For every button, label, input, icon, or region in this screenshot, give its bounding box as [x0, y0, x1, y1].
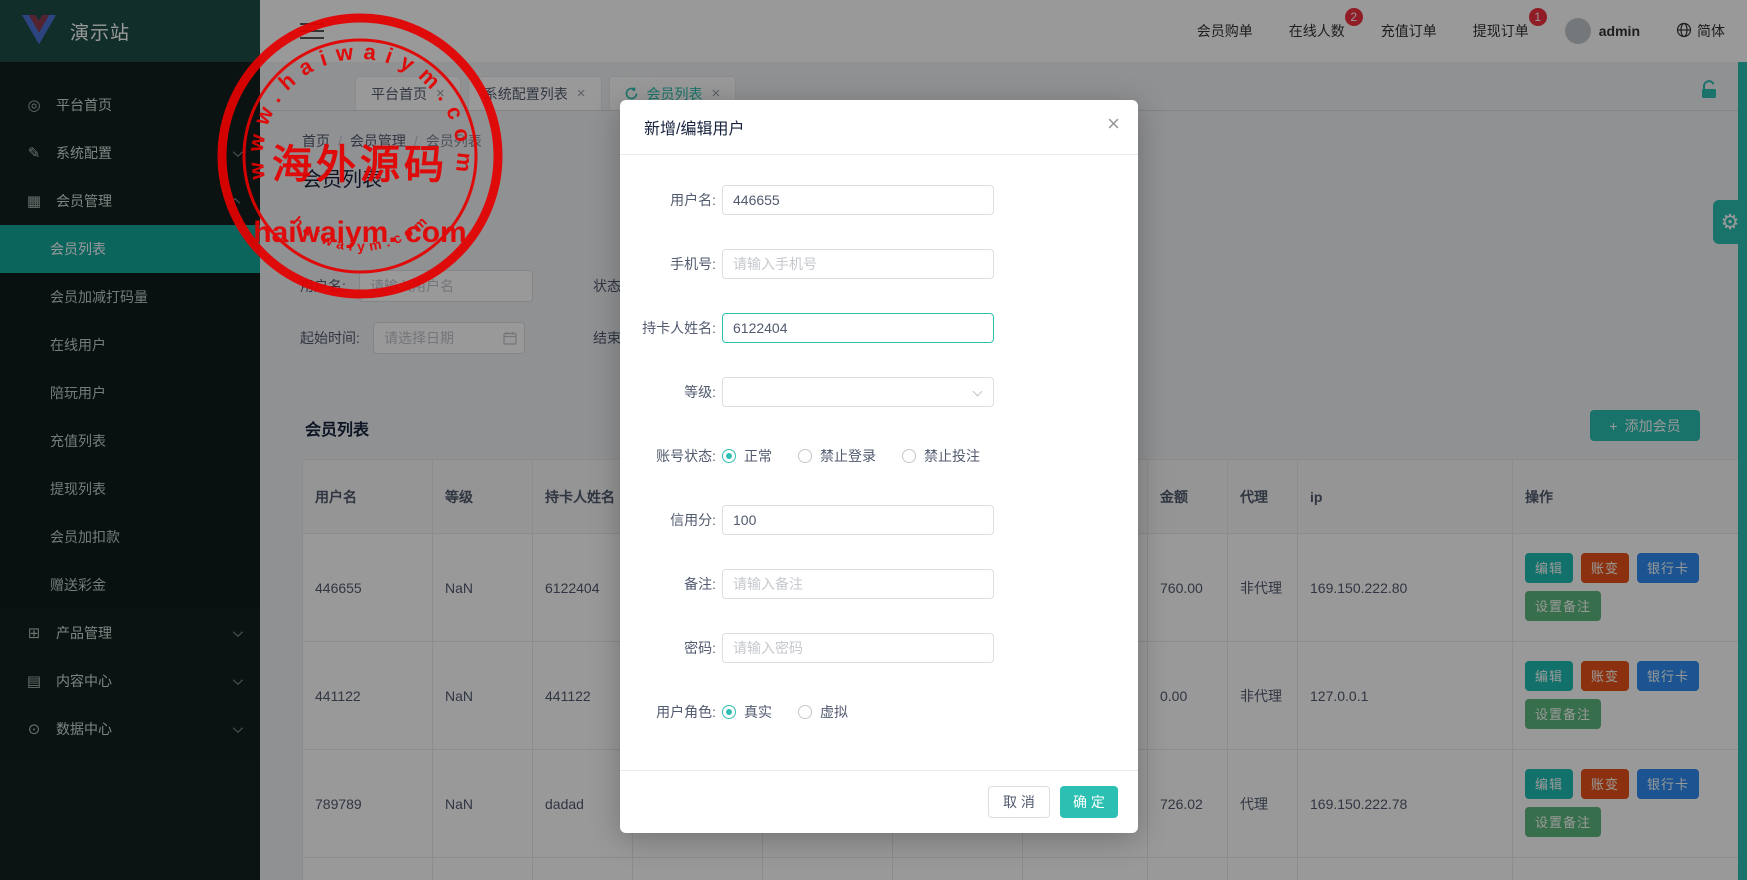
- radio-icon: [902, 449, 916, 463]
- cancel-button[interactable]: 取 消: [988, 786, 1050, 818]
- confirm-button[interactable]: 确 定: [1060, 786, 1118, 818]
- close-icon[interactable]: ×: [1107, 113, 1120, 135]
- radio-icon: [722, 705, 736, 719]
- field-label: 用户角色:: [620, 702, 716, 722]
- field-level: 等级:: [620, 377, 994, 407]
- edit-user-modal: 新增/编辑用户 × 用户名: 手机号: 持卡人姓名: 等级: 账号状态: 正常 …: [620, 100, 1138, 833]
- password-field[interactable]: [722, 633, 994, 663]
- radio-label: 正常: [744, 446, 772, 466]
- radio-role-real[interactable]: 真实: [722, 702, 772, 722]
- field-username: 用户名:: [620, 185, 994, 215]
- field-credit: 信用分:: [620, 505, 994, 535]
- field-label: 持卡人姓名:: [620, 318, 716, 338]
- field-remark: 备注:: [620, 569, 994, 599]
- modal-title: 新增/编辑用户: [644, 115, 744, 139]
- level-select[interactable]: [722, 377, 994, 407]
- radio-label: 虚拟: [820, 702, 848, 722]
- field-label: 密码:: [620, 638, 716, 658]
- credit-field[interactable]: [722, 505, 994, 535]
- radio-icon: [798, 705, 812, 719]
- cardholder-field[interactable]: [722, 313, 994, 343]
- radio-status-ban-bet[interactable]: 禁止投注: [902, 446, 980, 466]
- field-label: 等级:: [620, 382, 716, 402]
- field-cardholder: 持卡人姓名:: [620, 313, 994, 343]
- radio-status-ban-login[interactable]: 禁止登录: [798, 446, 876, 466]
- radio-label: 禁止登录: [820, 446, 876, 466]
- field-account-status: 账号状态: 正常 禁止登录 禁止投注: [620, 441, 1006, 471]
- username-field[interactable]: [722, 185, 994, 215]
- field-label: 账号状态:: [620, 446, 716, 466]
- radio-icon: [798, 449, 812, 463]
- field-phone: 手机号:: [620, 249, 994, 279]
- field-label: 手机号:: [620, 254, 716, 274]
- field-password: 密码:: [620, 633, 994, 663]
- phone-field[interactable]: [722, 249, 994, 279]
- field-label: 备注:: [620, 574, 716, 594]
- remark-field[interactable]: [722, 569, 994, 599]
- field-label: 信用分:: [620, 510, 716, 530]
- radio-role-virtual[interactable]: 虚拟: [798, 702, 848, 722]
- field-role: 用户角色: 真实 虚拟: [620, 697, 874, 727]
- radio-icon: [722, 449, 736, 463]
- radio-label: 真实: [744, 702, 772, 722]
- modal-footer: 取 消 确 定: [620, 770, 1138, 833]
- radio-status-normal[interactable]: 正常: [722, 446, 772, 466]
- chevron-down-icon: [973, 387, 983, 397]
- radio-label: 禁止投注: [924, 446, 980, 466]
- field-label: 用户名:: [620, 190, 716, 210]
- modal-header: 新增/编辑用户 ×: [620, 100, 1138, 155]
